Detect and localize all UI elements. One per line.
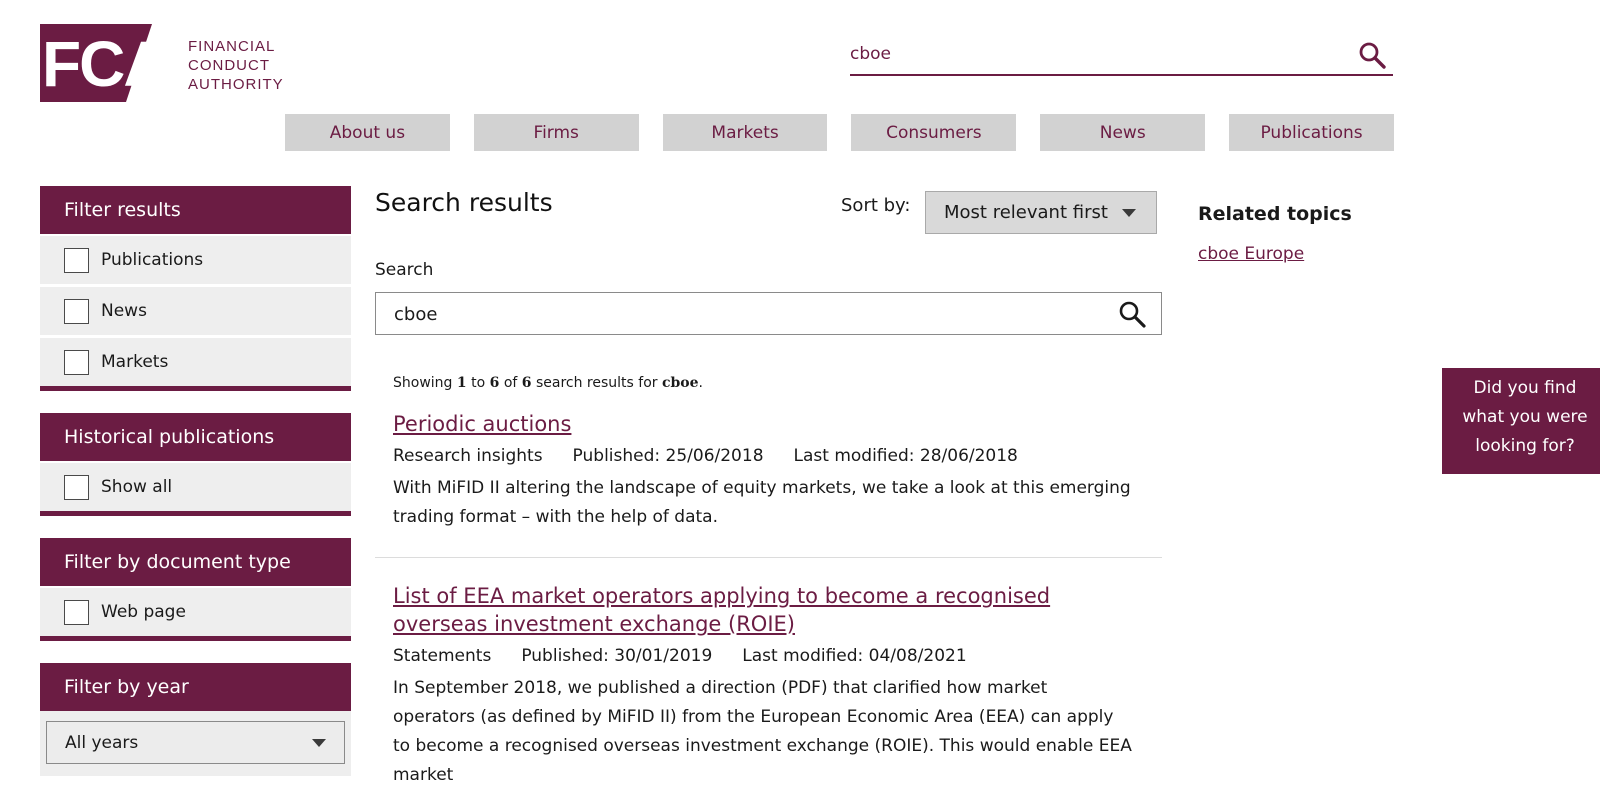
result-description: In September 2018, we published a direct…	[393, 678, 1132, 785]
checkbox[interactable]	[64, 298, 89, 324]
main-nav: About us Firms Markets Consumers News Pu…	[285, 114, 1394, 151]
filter-option-web-page[interactable]: Web page	[40, 588, 351, 636]
document-type-heading: Filter by document type	[40, 538, 351, 586]
fca-logo-mark: FCA FINANCIAL CONDUCT AUTHORITY	[40, 24, 284, 102]
result-published: Published: 25/06/2018	[572, 446, 764, 466]
sort-select-value: Most relevant first	[944, 202, 1108, 223]
checkbox[interactable]	[64, 349, 89, 375]
fca-logo[interactable]: FCA FINANCIAL CONDUCT AUTHORITY	[40, 24, 290, 102]
result-category: Statements	[393, 646, 492, 666]
search-icon[interactable]	[1357, 40, 1387, 70]
results-count: Showing 1 to 6 of 6 search results for c…	[393, 375, 703, 391]
search-label: Search	[375, 260, 434, 280]
result-published: Published: 30/01/2019	[521, 646, 713, 666]
search-input[interactable]	[394, 301, 1094, 327]
result-title-link[interactable]: Periodic auctions	[393, 410, 1162, 438]
checkbox[interactable]	[64, 599, 89, 625]
document-type-block: Filter by document type Web page	[40, 538, 351, 641]
related-topic-link[interactable]: cboe Europe	[1198, 244, 1304, 264]
filter-option-show-all[interactable]: Show all	[40, 463, 351, 511]
checkbox[interactable]	[64, 247, 89, 273]
year-heading: Filter by year	[40, 663, 351, 711]
related-topics-heading: Related topics	[1198, 203, 1352, 225]
nav-publications[interactable]: Publications	[1229, 114, 1394, 151]
filter-option-news[interactable]: News	[40, 287, 351, 335]
result-modified: Last modified: 28/06/2018	[793, 446, 1018, 466]
nav-consumers[interactable]: Consumers	[851, 114, 1017, 151]
search-icon[interactable]	[1117, 299, 1147, 329]
feedback-line: what you were	[1462, 407, 1588, 427]
page-title: Search results	[375, 188, 553, 217]
filter-sidebar: Filter results Publications News Markets…	[40, 186, 351, 798]
nav-news[interactable]: News	[1040, 114, 1206, 151]
svg-text:FINANCIAL: FINANCIAL	[188, 38, 275, 55]
filter-option-markets[interactable]: Markets	[40, 338, 351, 386]
header-search-input[interactable]	[850, 40, 1330, 68]
result-description: With MiFID II altering the landscape of …	[393, 478, 1131, 527]
sort-label: Sort by:	[841, 195, 911, 216]
nav-markets[interactable]: Markets	[662, 114, 828, 151]
year-select[interactable]: All years	[46, 721, 345, 764]
chevron-down-icon	[1122, 208, 1136, 217]
filter-option-label: Publications	[101, 250, 204, 270]
filter-option-publications[interactable]: Publications	[40, 236, 351, 284]
year-block: Filter by year All years	[40, 663, 351, 776]
filter-results-block: Filter results Publications News Markets	[40, 186, 351, 391]
nav-firms[interactable]: Firms	[473, 114, 639, 151]
filter-option-label: Show all	[101, 477, 173, 497]
header-search-bar	[850, 36, 1393, 76]
search-result: List of EEA market operators applying to…	[375, 582, 1162, 811]
result-meta: Statements Published: 30/01/2019 Last mo…	[393, 646, 1162, 666]
filter-option-label: News	[101, 301, 147, 321]
feedback-line: Did you find	[1473, 378, 1577, 398]
filter-results-heading: Filter results	[40, 186, 351, 234]
search-result: Periodic auctions Research insights Publ…	[375, 410, 1162, 558]
main-search-box	[375, 292, 1162, 335]
historical-publications-heading: Historical publications	[40, 413, 351, 461]
chevron-down-icon	[312, 738, 326, 747]
filter-option-label: Markets	[101, 352, 169, 372]
result-modified: Last modified: 04/08/2021	[742, 646, 967, 666]
feedback-tab[interactable]: Did you find what you were looking for?	[1442, 368, 1600, 474]
svg-text:AUTHORITY: AUTHORITY	[188, 76, 284, 93]
sort-select[interactable]: Most relevant first	[925, 191, 1157, 234]
svg-text:CONDUCT: CONDUCT	[188, 57, 270, 74]
nav-about-us[interactable]: About us	[285, 114, 450, 151]
checkbox[interactable]	[64, 474, 89, 500]
result-meta: Research insights Published: 25/06/2018 …	[393, 446, 1162, 466]
result-title-link[interactable]: List of EEA market operators applying to…	[393, 582, 1093, 638]
historical-publications-block: Historical publications Show all	[40, 413, 351, 516]
feedback-line: looking for?	[1475, 436, 1575, 456]
result-category: Research insights	[393, 446, 543, 466]
year-select-value: All years	[65, 732, 139, 753]
filter-option-label: Web page	[101, 602, 186, 622]
